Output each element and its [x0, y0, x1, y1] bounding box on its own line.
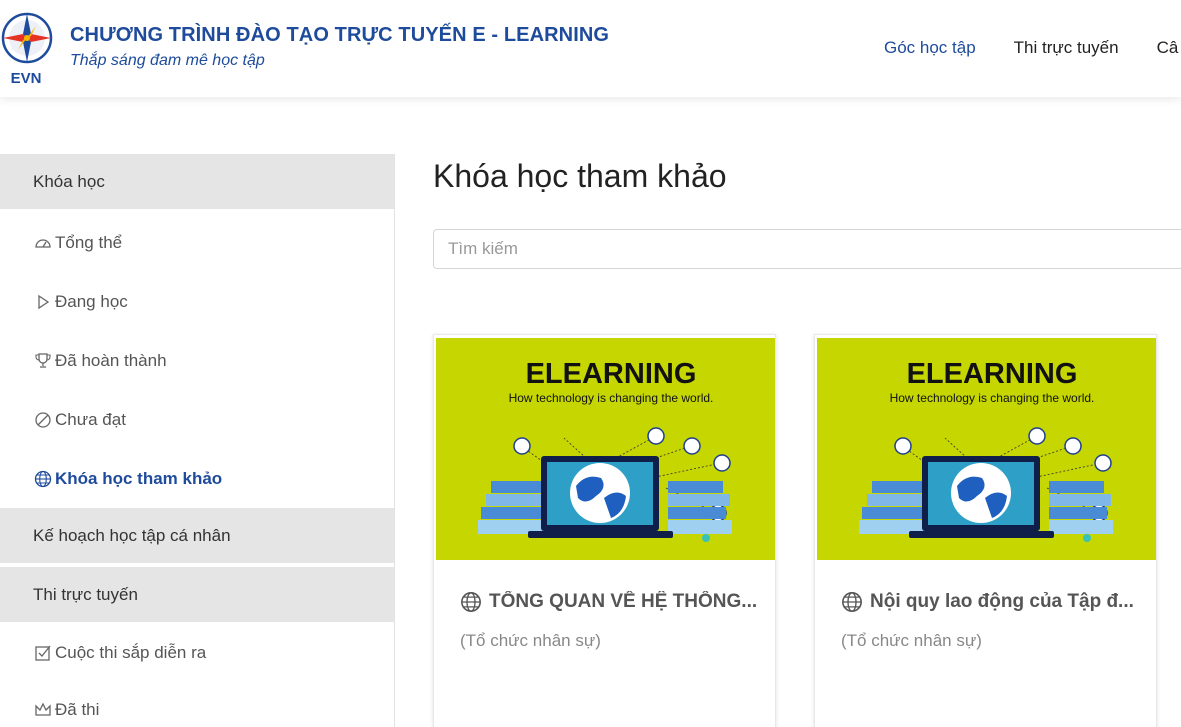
sidebar-section-courses[interactable]: Khóa học [0, 154, 394, 209]
sidebar-item-label: Đã hoàn thành [55, 350, 167, 370]
course-org: (Tổ chức nhân sự) [841, 631, 982, 650]
sidebar-item-label: Khóa học tham khảo [55, 468, 223, 488]
globe-icon [33, 469, 53, 489]
thumb-heading: ELEARNING [526, 358, 697, 390]
course-card[interactable]: ELEARNING How technology is changing the… [433, 334, 776, 727]
thumb-subheading: How technology is changing the world. [890, 391, 1095, 405]
sidebar-section-personal-plan[interactable]: Kế hoạch học tập cá nhân [0, 508, 394, 563]
course-thumbnail: ELEARNING How technology is changing the… [436, 338, 775, 560]
search-input[interactable] [433, 229, 1181, 269]
sidebar-item-taken-exams[interactable]: Đã thi [0, 680, 394, 727]
sidebar-item-completed[interactable]: Đã hoàn thành [0, 331, 394, 390]
sidebar-item-label: Đã thi [55, 699, 100, 719]
thumb-heading: ELEARNING [907, 358, 1078, 390]
sidebar-section-online-exam[interactable]: Thi trực tuyến [0, 567, 394, 622]
page-title: Khóa học tham khảo [433, 158, 727, 194]
sidebar-item-label: Chưa đạt [55, 409, 126, 429]
course-title[interactable]: TỔNG QUAN VỀ HỆ THỐNG... [460, 591, 760, 613]
course-card[interactable]: ELEARNING How technology is changing the… [814, 334, 1157, 727]
course-title[interactable]: Nội quy lao động của Tập đ... [841, 591, 1141, 613]
brand-title: CHƯƠNG TRÌNH ĐÀO TẠO TRỰC TUYẾN E - LEAR… [70, 24, 610, 46]
trophy-icon [33, 351, 53, 371]
course-title-text: Nội quy lao động của Tập đ... [870, 591, 1134, 612]
course-org: (Tổ chức nhân sự) [460, 631, 601, 650]
dashboard-icon [33, 233, 53, 253]
course-thumbnail: ELEARNING How technology is changing the… [817, 338, 1156, 560]
top-nav: Góc học tập Thi trực tuyến Câ [884, 38, 1181, 58]
nav-thi-truc-tuyen[interactable]: Thi trực tuyến [1014, 38, 1119, 58]
globe-icon [842, 592, 862, 612]
sidebar-item-learning[interactable]: Đang học [0, 272, 394, 331]
sidebar-item-upcoming-exams[interactable]: Cuộc thi sắp diễn ra [0, 626, 394, 680]
brand-slogan: Thắp sáng đam mê học tập [70, 52, 265, 69]
crown-icon [33, 700, 53, 720]
sidebar-item-label: Đang học [55, 291, 128, 311]
course-title-text: TỔNG QUAN VỀ HỆ THỐNG... [489, 591, 758, 612]
checkbox-icon [33, 643, 53, 663]
sidebar: Khóa học Tổng thể Đang học Đã hoàn thành… [0, 154, 395, 727]
sidebar-item-label: Cuộc thi sắp diễn ra [55, 643, 207, 662]
ban-icon [33, 410, 53, 430]
sidebar-item-reference-courses[interactable]: Khóa học tham khảo [0, 449, 394, 508]
sidebar-item-failed[interactable]: Chưa đạt [0, 390, 394, 449]
thumb-subheading: How technology is changing the world. [509, 391, 714, 405]
nav-item-3[interactable]: Câ [1157, 38, 1179, 58]
evn-logo[interactable]: EVN [0, 8, 56, 88]
sidebar-item-overview[interactable]: Tổng thể [0, 213, 394, 272]
header: EVN CHƯƠNG TRÌNH ĐÀO TẠO TRỰC TUYẾN E - … [0, 0, 1181, 97]
play-icon [33, 292, 53, 312]
sidebar-item-label: Tổng thể [55, 232, 123, 252]
globe-icon [461, 592, 481, 612]
logo-text: EVN [11, 70, 42, 87]
nav-goc-hoc-tap[interactable]: Góc học tập [884, 38, 976, 58]
